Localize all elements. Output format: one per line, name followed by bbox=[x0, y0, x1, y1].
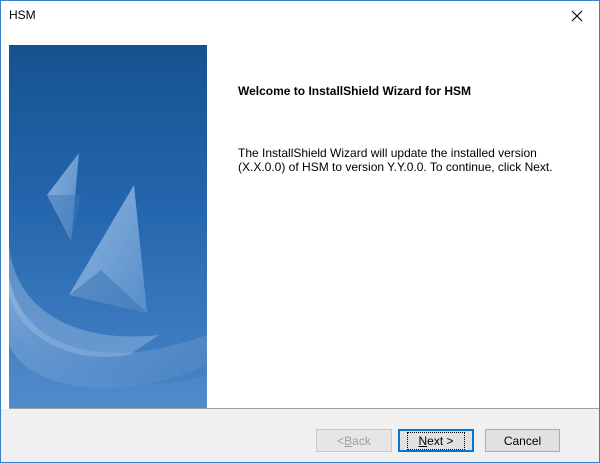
welcome-body-text: The InstallShield Wizard will update the… bbox=[238, 146, 553, 174]
content-panel: Welcome to InstallShield Wizard for HSM … bbox=[207, 45, 599, 408]
installshield-banner-graphic bbox=[9, 45, 207, 408]
window-title: HSM bbox=[9, 8, 36, 22]
close-button[interactable] bbox=[554, 1, 599, 31]
next-button-focus-box: Next > bbox=[407, 431, 465, 450]
back-button-prefix: < bbox=[337, 433, 345, 448]
next-button[interactable]: Next > bbox=[398, 429, 474, 452]
title-bar[interactable]: HSM bbox=[1, 1, 599, 31]
close-icon bbox=[571, 10, 583, 22]
back-button-mnemonic: B bbox=[344, 433, 353, 448]
installer-window: HSM Welcome to InstallShield Wizard for … bbox=[0, 0, 600, 463]
back-button-rest: ack bbox=[352, 433, 371, 448]
button-bar: < Back Next > Cancel bbox=[1, 409, 599, 462]
welcome-heading: Welcome to InstallShield Wizard for HSM bbox=[238, 84, 472, 98]
back-button[interactable]: < Back bbox=[316, 429, 392, 452]
next-button-mnemonic: N bbox=[418, 433, 428, 448]
next-button-rest: ext > bbox=[427, 433, 454, 448]
cancel-button[interactable]: Cancel bbox=[485, 429, 560, 452]
